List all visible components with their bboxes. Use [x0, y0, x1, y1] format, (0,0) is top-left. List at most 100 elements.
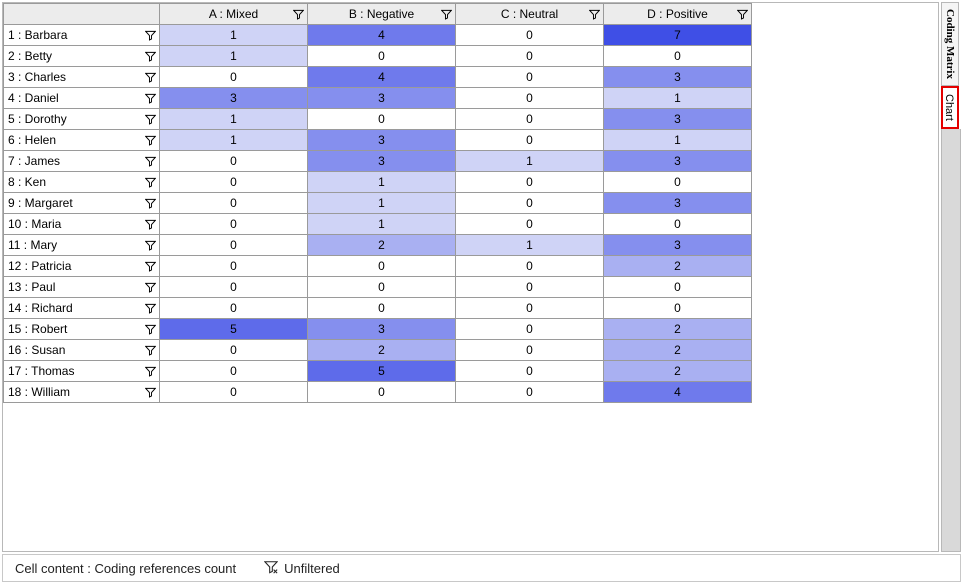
data-cell[interactable]: 3 [160, 88, 308, 109]
data-cell[interactable]: 0 [160, 151, 308, 172]
data-cell[interactable]: 0 [456, 319, 604, 340]
data-cell[interactable]: 3 [604, 109, 752, 130]
vertical-scrollbar[interactable] [941, 129, 961, 552]
row-header[interactable]: 8 : Ken [4, 172, 160, 193]
data-cell[interactable]: 4 [308, 25, 456, 46]
funnel-icon[interactable] [144, 155, 156, 167]
funnel-icon[interactable] [144, 386, 156, 398]
row-header[interactable]: 3 : Charles [4, 67, 160, 88]
data-cell[interactable]: 0 [604, 46, 752, 67]
data-cell[interactable]: 1 [160, 130, 308, 151]
row-header[interactable]: 17 : Thomas [4, 361, 160, 382]
data-cell[interactable]: 0 [456, 88, 604, 109]
data-cell[interactable]: 0 [604, 172, 752, 193]
data-cell[interactable]: 0 [456, 67, 604, 88]
data-cell[interactable]: 0 [456, 277, 604, 298]
table-scroll[interactable]: A : MixedB : NegativeC : NeutralD : Posi… [3, 3, 938, 551]
data-cell[interactable]: 2 [308, 235, 456, 256]
data-cell[interactable]: 0 [160, 235, 308, 256]
funnel-icon[interactable] [144, 239, 156, 251]
data-cell[interactable]: 0 [456, 130, 604, 151]
data-cell[interactable]: 0 [160, 172, 308, 193]
data-cell[interactable]: 0 [456, 298, 604, 319]
row-header[interactable]: 2 : Betty [4, 46, 160, 67]
row-header[interactable]: 18 : William [4, 382, 160, 403]
status-filter[interactable]: Unfiltered [264, 560, 340, 577]
funnel-icon[interactable] [144, 197, 156, 209]
row-header[interactable]: 5 : Dorothy [4, 109, 160, 130]
column-header-A[interactable]: A : Mixed [160, 4, 308, 25]
tab-chart[interactable]: Chart [941, 86, 959, 129]
funnel-icon[interactable] [292, 8, 304, 20]
funnel-icon[interactable] [144, 344, 156, 356]
funnel-icon[interactable] [144, 134, 156, 146]
column-header-B[interactable]: B : Negative [308, 4, 456, 25]
data-cell[interactable]: 5 [308, 361, 456, 382]
data-cell[interactable]: 3 [308, 151, 456, 172]
data-cell[interactable]: 1 [308, 214, 456, 235]
data-cell[interactable]: 0 [604, 277, 752, 298]
row-header[interactable]: 6 : Helen [4, 130, 160, 151]
data-cell[interactable]: 0 [456, 382, 604, 403]
data-cell[interactable]: 1 [308, 172, 456, 193]
funnel-icon[interactable] [440, 8, 452, 20]
data-cell[interactable]: 0 [308, 109, 456, 130]
row-header[interactable]: 7 : James [4, 151, 160, 172]
funnel-icon[interactable] [144, 218, 156, 230]
data-cell[interactable]: 0 [456, 361, 604, 382]
data-cell[interactable]: 3 [308, 88, 456, 109]
data-cell[interactable]: 1 [456, 151, 604, 172]
data-cell[interactable]: 0 [456, 46, 604, 67]
row-header[interactable]: 16 : Susan [4, 340, 160, 361]
funnel-icon[interactable] [144, 260, 156, 272]
funnel-icon[interactable] [144, 365, 156, 377]
data-cell[interactable]: 4 [604, 382, 752, 403]
data-cell[interactable]: 0 [456, 340, 604, 361]
funnel-icon[interactable] [736, 8, 748, 20]
data-cell[interactable]: 2 [604, 361, 752, 382]
data-cell[interactable]: 0 [160, 256, 308, 277]
data-cell[interactable]: 0 [456, 109, 604, 130]
data-cell[interactable]: 3 [604, 67, 752, 88]
data-cell[interactable]: 0 [160, 382, 308, 403]
column-header-C[interactable]: C : Neutral [456, 4, 604, 25]
data-cell[interactable]: 0 [456, 214, 604, 235]
data-cell[interactable]: 0 [160, 298, 308, 319]
data-cell[interactable]: 1 [160, 109, 308, 130]
data-cell[interactable]: 0 [160, 214, 308, 235]
data-cell[interactable]: 3 [308, 130, 456, 151]
row-header[interactable]: 10 : Maria [4, 214, 160, 235]
funnel-icon[interactable] [144, 29, 156, 41]
data-cell[interactable]: 4 [308, 67, 456, 88]
data-cell[interactable]: 2 [604, 319, 752, 340]
row-header[interactable]: 9 : Margaret [4, 193, 160, 214]
data-cell[interactable]: 1 [308, 193, 456, 214]
data-cell[interactable]: 3 [308, 319, 456, 340]
data-cell[interactable]: 0 [160, 340, 308, 361]
funnel-icon[interactable] [144, 323, 156, 335]
funnel-icon[interactable] [144, 92, 156, 104]
row-header[interactable]: 1 : Barbara [4, 25, 160, 46]
data-cell[interactable]: 0 [160, 277, 308, 298]
row-header[interactable]: 15 : Robert [4, 319, 160, 340]
data-cell[interactable]: 2 [604, 340, 752, 361]
data-cell[interactable]: 0 [604, 214, 752, 235]
data-cell[interactable]: 0 [456, 256, 604, 277]
data-cell[interactable]: 2 [308, 340, 456, 361]
funnel-icon[interactable] [144, 71, 156, 83]
data-cell[interactable]: 0 [456, 193, 604, 214]
data-cell[interactable]: 0 [308, 256, 456, 277]
data-cell[interactable]: 1 [604, 130, 752, 151]
data-cell[interactable]: 0 [160, 361, 308, 382]
row-header[interactable]: 14 : Richard [4, 298, 160, 319]
data-cell[interactable]: 7 [604, 25, 752, 46]
data-cell[interactable]: 3 [604, 235, 752, 256]
data-cell[interactable]: 0 [308, 298, 456, 319]
funnel-icon[interactable] [144, 176, 156, 188]
row-header[interactable]: 11 : Mary [4, 235, 160, 256]
data-cell[interactable]: 0 [160, 193, 308, 214]
data-cell[interactable]: 1 [160, 25, 308, 46]
data-cell[interactable]: 0 [604, 298, 752, 319]
data-cell[interactable]: 0 [308, 382, 456, 403]
data-cell[interactable]: 5 [160, 319, 308, 340]
